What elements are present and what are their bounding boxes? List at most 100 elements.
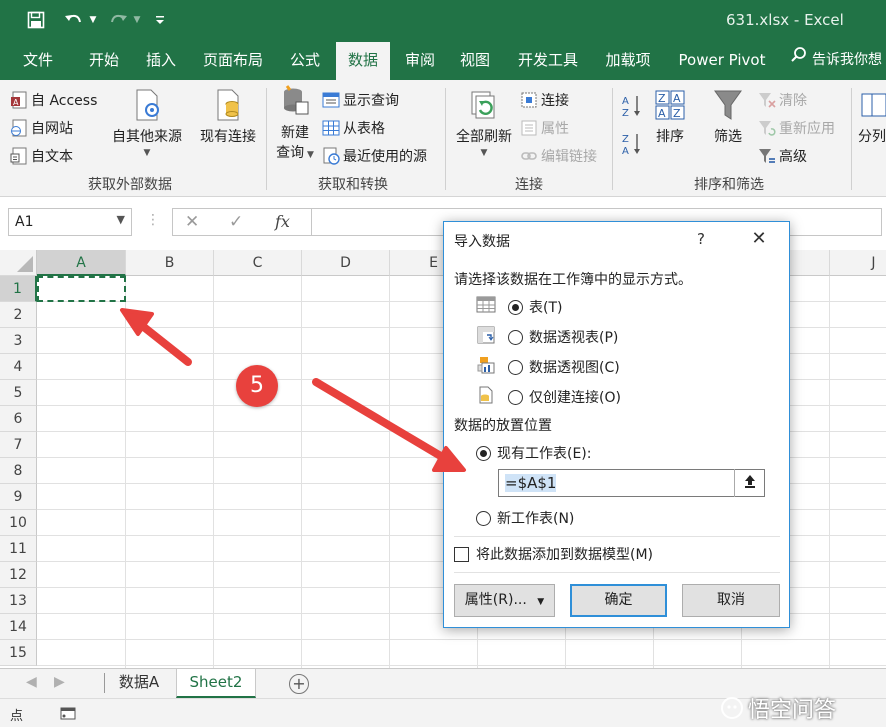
from-text-button[interactable]: 自文本	[10, 146, 73, 166]
from-access-label: 自 Access	[31, 93, 98, 109]
from-web-button[interactable]: 自网站	[10, 118, 73, 138]
close-icon[interactable]: ✕	[748, 228, 770, 250]
column-header-j[interactable]: J	[830, 250, 886, 276]
refresh-all-button[interactable]: 全部刷新 ▼	[452, 88, 516, 158]
edit-links-button[interactable]: 编辑链接	[520, 146, 597, 166]
customize-icon[interactable]	[152, 9, 168, 31]
undo-icon[interactable]	[62, 9, 86, 31]
select-all-corner[interactable]	[0, 250, 37, 276]
existing-connections-button[interactable]: 现有连接	[194, 88, 262, 146]
tell-me-box[interactable]: 告诉我你想	[790, 40, 882, 80]
redo-icon[interactable]	[106, 9, 130, 31]
undo-dropdown-icon[interactable]: ▼	[88, 9, 98, 31]
row-header-15[interactable]: 15	[0, 640, 37, 666]
connections-button[interactable]: 连接	[520, 90, 569, 110]
sort-descending-button[interactable]: ZA	[622, 132, 642, 160]
option-pivot-table[interactable]: 数据透视表(P)	[508, 327, 618, 347]
row-header-2[interactable]: 2	[0, 302, 37, 328]
row-header-6[interactable]: 6	[0, 406, 37, 432]
help-icon[interactable]: ?	[697, 230, 705, 248]
filter-button[interactable]: 筛选	[706, 88, 750, 146]
row-header-3[interactable]: 3	[0, 328, 37, 354]
radio-new-sheet[interactable]	[476, 510, 491, 526]
row-header-12[interactable]: 12	[0, 562, 37, 588]
clear-filter-label: 清除	[779, 93, 807, 109]
reference-input[interactable]: =$A$1	[498, 469, 765, 497]
reapply-button[interactable]: 重新应用	[758, 118, 835, 138]
option-pivot-chart[interactable]: 数据透视图(C)	[508, 357, 620, 377]
selected-cell-a1[interactable]	[37, 276, 126, 302]
option-table[interactable]: 表(T)	[508, 297, 562, 317]
sort-ascending-button[interactable]: AZ	[622, 94, 642, 120]
properties-button[interactable]: 属性(R)... ▼	[454, 584, 555, 617]
cancel-button[interactable]: 取消	[682, 584, 780, 617]
tab-review[interactable]: 审阅	[394, 40, 446, 80]
tab-file[interactable]: 文件	[10, 40, 66, 80]
option-existing-sheet[interactable]: 现有工作表(E):	[476, 443, 592, 463]
sort-button[interactable]: ZAAZ 排序	[648, 88, 692, 146]
text-to-columns-button[interactable]: 分列	[858, 88, 886, 146]
radio-pivot-table[interactable]	[508, 329, 523, 345]
tab-view[interactable]: 视图	[449, 40, 501, 80]
sheet-tab-data-a[interactable]: 数据A	[108, 669, 170, 698]
watermark-text: 悟空问答	[748, 698, 837, 723]
add-to-data-model-checkbox[interactable]: 将此数据添加到数据模型(M)	[454, 544, 653, 564]
name-box-dropdown-icon[interactable]: ▼	[117, 213, 125, 226]
row-header-9[interactable]: 9	[0, 484, 37, 510]
column-header-c[interactable]: C	[214, 250, 302, 276]
tab-developer[interactable]: 开发工具	[508, 40, 588, 80]
sheet-tab-sheet2[interactable]: Sheet2	[176, 669, 256, 698]
name-box[interactable]: A1 ▼	[8, 208, 132, 236]
ok-button[interactable]: 确定	[570, 584, 667, 617]
save-icon[interactable]	[24, 9, 48, 31]
option-existing-sheet-label: 现有工作表(E):	[497, 446, 592, 462]
tab-home[interactable]: 开始	[76, 40, 132, 80]
option-new-sheet[interactable]: 新工作表(N)	[476, 508, 574, 528]
row-header-1[interactable]: 1	[0, 276, 37, 302]
radio-table[interactable]	[508, 299, 523, 315]
column-header-b[interactable]: B	[126, 250, 214, 276]
radio-existing-sheet[interactable]	[476, 445, 491, 461]
cancel-entry-icon[interactable]: ✕	[185, 212, 199, 232]
recent-sources-button[interactable]: 最近使用的源	[322, 146, 427, 166]
radio-connection-only[interactable]	[508, 389, 523, 405]
clear-filter-button[interactable]: 清除	[758, 90, 807, 110]
prev-sheet-icon[interactable]: ◀	[26, 674, 37, 690]
next-sheet-icon[interactable]: ▶	[54, 674, 65, 690]
new-query-button[interactable]: 新建 查询 ▼	[272, 84, 318, 162]
insert-function-icon[interactable]: fx	[275, 212, 290, 231]
row-header-14[interactable]: 14	[0, 614, 37, 640]
from-access-button[interactable]: A 自 Access	[10, 90, 97, 110]
show-queries-button[interactable]: 显示查询	[322, 90, 399, 110]
tab-insert[interactable]: 插入	[133, 40, 189, 80]
column-header-d[interactable]: D	[302, 250, 390, 276]
tab-addins[interactable]: 加载项	[595, 40, 661, 80]
from-table-button[interactable]: 从表格	[322, 118, 385, 138]
collapse-dialog-button[interactable]	[734, 469, 765, 497]
add-sheet-button[interactable]: +	[289, 674, 309, 694]
checkbox-box[interactable]	[454, 546, 469, 562]
properties-button-label: 属性(R)...	[464, 592, 527, 608]
macro-record-icon[interactable]	[60, 705, 76, 725]
row-header-7[interactable]: 7	[0, 432, 37, 458]
row-header-11[interactable]: 11	[0, 536, 37, 562]
column-header-a[interactable]: A	[37, 250, 126, 276]
option-connection-only[interactable]: 仅创建连接(O)	[508, 387, 621, 407]
window-title: 631.xlsx - Excel	[726, 11, 844, 29]
radio-pivot-chart[interactable]	[508, 359, 523, 375]
row-header-5[interactable]: 5	[0, 380, 37, 406]
confirm-entry-icon[interactable]: ✓	[229, 212, 243, 232]
splitter-dots-icon[interactable]: ⋮	[146, 212, 160, 228]
tab-data[interactable]: 数据	[336, 42, 390, 80]
properties-ribbon-button[interactable]: 属性	[520, 118, 569, 138]
advanced-filter-button[interactable]: 高级	[758, 146, 807, 166]
row-header-4[interactable]: 4	[0, 354, 37, 380]
tab-power-pivot[interactable]: Power Pivot	[670, 40, 774, 80]
tab-formulas[interactable]: 公式	[279, 40, 331, 80]
redo-dropdown-icon[interactable]: ▼	[132, 9, 142, 31]
tab-page-layout[interactable]: 页面布局	[193, 40, 273, 80]
row-header-8[interactable]: 8	[0, 458, 37, 484]
row-header-10[interactable]: 10	[0, 510, 37, 536]
other-sources-button[interactable]: 自其他来源 ▼	[108, 88, 186, 158]
row-header-13[interactable]: 13	[0, 588, 37, 614]
